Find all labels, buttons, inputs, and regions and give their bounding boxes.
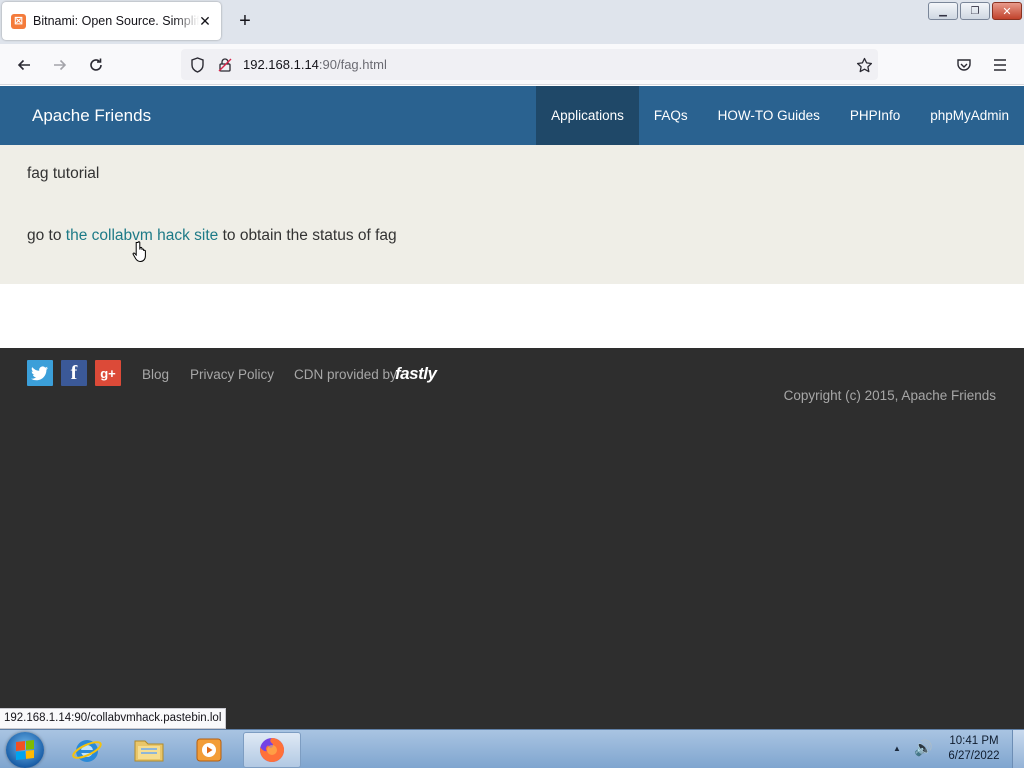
main-content: fag tutorial go to the collabvm hack sit… bbox=[0, 145, 1024, 284]
url-text[interactable]: 192.168.1.14:90/fag.html bbox=[243, 57, 387, 72]
tray-expand-icon[interactable]: ▲ bbox=[893, 744, 901, 753]
paragraph-prefix: go to bbox=[27, 227, 66, 244]
tab-close-icon[interactable]: ✕ bbox=[197, 13, 213, 29]
paragraph-suffix: to obtain the status of fag bbox=[218, 227, 397, 244]
windows-taskbar: ▲ 🔊 10:41 PM 6/27/2022 bbox=[0, 729, 1024, 768]
volume-icon[interactable]: 🔊 bbox=[914, 739, 933, 757]
back-icon[interactable] bbox=[11, 52, 37, 78]
nav-item-howto-guides[interactable]: HOW-TO Guides bbox=[703, 86, 835, 145]
footer-blog-link[interactable]: Blog bbox=[142, 367, 169, 382]
nav-item-phpinfo[interactable]: PHPInfo bbox=[835, 86, 915, 145]
hamburger-menu-icon[interactable] bbox=[987, 52, 1013, 78]
url-host: 192.168.1.14 bbox=[243, 57, 319, 72]
forward-icon[interactable] bbox=[47, 52, 73, 78]
new-tab-icon[interactable]: + bbox=[234, 10, 256, 32]
brand-link[interactable]: Apache Friends bbox=[32, 106, 151, 126]
insecure-lock-icon[interactable] bbox=[215, 55, 235, 75]
close-window-button[interactable]: ✕ bbox=[992, 2, 1022, 20]
nav-item-applications[interactable]: Applications bbox=[536, 86, 639, 145]
site-footer: f g+ Blog Privacy Policy CDN provided by… bbox=[0, 348, 1024, 730]
page-title: fag tutorial bbox=[27, 165, 100, 182]
fastly-logo[interactable]: fastly bbox=[395, 364, 437, 384]
firefox-icon[interactable] bbox=[243, 732, 301, 768]
pocket-icon[interactable] bbox=[951, 52, 977, 78]
restore-button[interactable]: ❐ bbox=[960, 2, 990, 20]
tracking-shield-icon[interactable] bbox=[187, 55, 207, 75]
tab-title: Bitnami: Open Source. Simplified bbox=[33, 14, 199, 28]
nav-item-faqs[interactable]: FAQs bbox=[639, 86, 703, 145]
content-paragraph: go to the collabvm hack site to obtain t… bbox=[27, 227, 397, 245]
url-path: :90/fag.html bbox=[318, 57, 387, 72]
site-header: Apache Friends Applications FAQs HOW-TO … bbox=[0, 86, 1024, 145]
link-status-tooltip: 192.168.1.14:90/collabvmhack.pastebin.lo… bbox=[0, 708, 227, 729]
cdn-label: CDN provided by bbox=[294, 367, 397, 382]
reload-icon[interactable] bbox=[83, 52, 109, 78]
clock-time: 10:41 PM bbox=[949, 735, 999, 747]
clock-date: 6/27/2022 bbox=[948, 750, 1000, 762]
browser-tab-strip: ⊠ Bitnami: Open Source. Simplified ✕ + ▁… bbox=[0, 0, 1024, 44]
footer-privacy-link[interactable]: Privacy Policy bbox=[190, 367, 274, 382]
windows-logo-icon bbox=[16, 740, 34, 760]
twitter-icon[interactable] bbox=[27, 360, 53, 386]
window-controls: ▁ ❐ ✕ bbox=[928, 2, 1022, 20]
nav-item-phpmyadmin[interactable]: phpMyAdmin bbox=[915, 86, 1024, 145]
main-nav: Applications FAQs HOW-TO Guides PHPInfo … bbox=[536, 86, 1024, 145]
xampp-favicon-icon: ⊠ bbox=[11, 13, 26, 29]
browser-toolbar: 192.168.1.14:90/fag.html bbox=[0, 44, 1024, 85]
system-clock[interactable]: 10:41 PM 6/27/2022 bbox=[943, 734, 1005, 764]
file-explorer-icon[interactable] bbox=[120, 732, 178, 768]
hand-cursor-icon bbox=[131, 240, 151, 264]
address-bar[interactable]: 192.168.1.14:90/fag.html bbox=[181, 49, 878, 80]
start-button[interactable] bbox=[6, 732, 44, 768]
show-desktop-button[interactable] bbox=[1012, 730, 1024, 768]
facebook-icon[interactable]: f bbox=[61, 360, 87, 386]
minimize-button[interactable]: ▁ bbox=[928, 2, 958, 20]
browser-tab-active[interactable]: ⊠ Bitnami: Open Source. Simplified ✕ bbox=[2, 2, 221, 40]
google-plus-icon[interactable]: g+ bbox=[95, 360, 121, 386]
bookmark-star-icon[interactable] bbox=[854, 55, 874, 75]
media-player-icon[interactable] bbox=[180, 732, 238, 768]
internet-explorer-icon[interactable] bbox=[58, 732, 116, 768]
copyright-text: Copyright (c) 2015, Apache Friends bbox=[783, 388, 996, 403]
